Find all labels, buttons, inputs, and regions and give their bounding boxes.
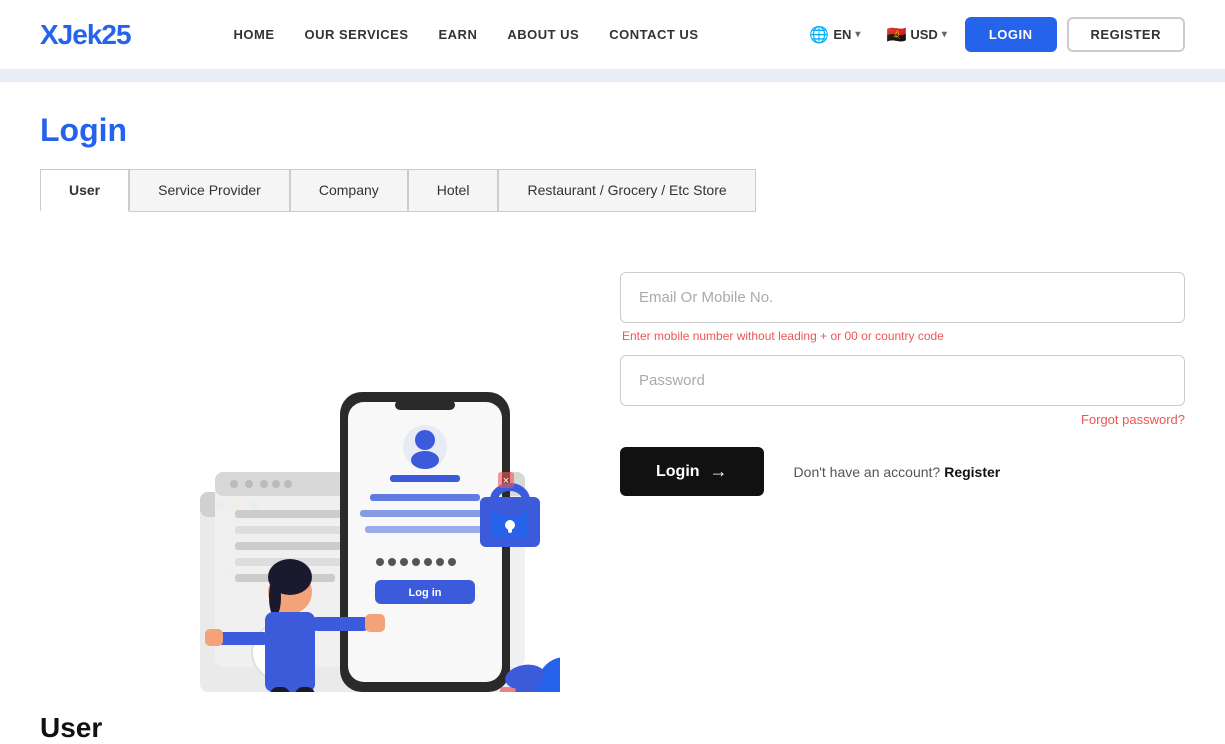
- user-section-label: User: [40, 712, 1185, 744]
- svg-text:×: ×: [503, 475, 509, 487]
- nav-register-button[interactable]: REGISTER: [1067, 17, 1185, 52]
- tab-restaurant[interactable]: Restaurant / Grocery / Etc Store: [498, 169, 755, 212]
- login-tabs: User Service Provider Company Hotel Rest…: [40, 169, 1185, 212]
- logo-black: XJek: [40, 19, 101, 50]
- language-chevron-icon: ▾: [855, 29, 860, 40]
- forgot-password-link[interactable]: Forgot password?: [620, 412, 1185, 427]
- tab-hotel[interactable]: Hotel: [408, 169, 499, 212]
- password-input[interactable]: [620, 355, 1185, 406]
- register-prompt: Don't have an account? Register: [794, 464, 1001, 480]
- nav-links: HOME OUR SERVICES EARN ABOUT US CONTACT …: [233, 26, 698, 44]
- svg-text:Log in: Log in: [409, 587, 442, 599]
- nav-item-about[interactable]: ABOUT US: [507, 26, 579, 44]
- language-selector[interactable]: 🌐 EN ▾: [801, 21, 868, 49]
- currency-flag: 🇦🇴: [886, 25, 906, 45]
- email-group: [620, 272, 1185, 323]
- tab-company[interactable]: Company: [290, 169, 408, 212]
- illustration-area: × Log in: [40, 262, 560, 692]
- language-flag: 🌐: [809, 25, 829, 45]
- svg-text:×: ×: [505, 689, 512, 692]
- nav-item-contact[interactable]: CONTACT US: [609, 26, 698, 44]
- tab-service-provider[interactable]: Service Provider: [129, 169, 290, 212]
- logo[interactable]: XJek25: [40, 19, 131, 51]
- nav-login-button[interactable]: LOGIN: [965, 17, 1057, 52]
- register-link[interactable]: Register: [944, 464, 1000, 480]
- email-hint: Enter mobile number without leading + or…: [622, 329, 1185, 343]
- login-section: Login User Service Provider Company Hote…: [0, 82, 1225, 262]
- email-input[interactable]: [620, 272, 1185, 323]
- currency-selector[interactable]: 🇦🇴 USD ▾: [878, 21, 954, 49]
- navbar: XJek25 HOME OUR SERVICES EARN ABOUT US C…: [0, 0, 1225, 70]
- password-group: [620, 355, 1185, 406]
- hero-banner: [0, 70, 1225, 82]
- register-prompt-text: Don't have an account?: [794, 464, 941, 480]
- user-label-section: User: [0, 692, 1225, 744]
- nav-right: 🌐 EN ▾ 🇦🇴 USD ▾ LOGIN REGISTER: [801, 17, 1185, 52]
- language-label: EN: [833, 27, 851, 42]
- form-area: Enter mobile number without leading + or…: [620, 262, 1185, 496]
- logo-blue: 25: [101, 19, 130, 50]
- login-illustration: × Log in: [40, 262, 560, 692]
- form-actions: Login → Don't have an account? Register: [620, 447, 1185, 496]
- nav-item-home[interactable]: HOME: [233, 26, 274, 44]
- tab-user[interactable]: User: [40, 169, 129, 212]
- currency-chevron-icon: ▾: [942, 29, 947, 40]
- login-title: Login: [40, 112, 1185, 149]
- login-button-label: Login: [656, 463, 700, 481]
- login-submit-button[interactable]: Login →: [620, 447, 764, 496]
- currency-label: USD: [910, 27, 937, 42]
- nav-item-earn[interactable]: EARN: [439, 26, 478, 44]
- nav-item-services[interactable]: OUR SERVICES: [304, 26, 408, 44]
- main-content: × Log in: [0, 262, 1225, 692]
- arrow-icon: →: [710, 461, 728, 482]
